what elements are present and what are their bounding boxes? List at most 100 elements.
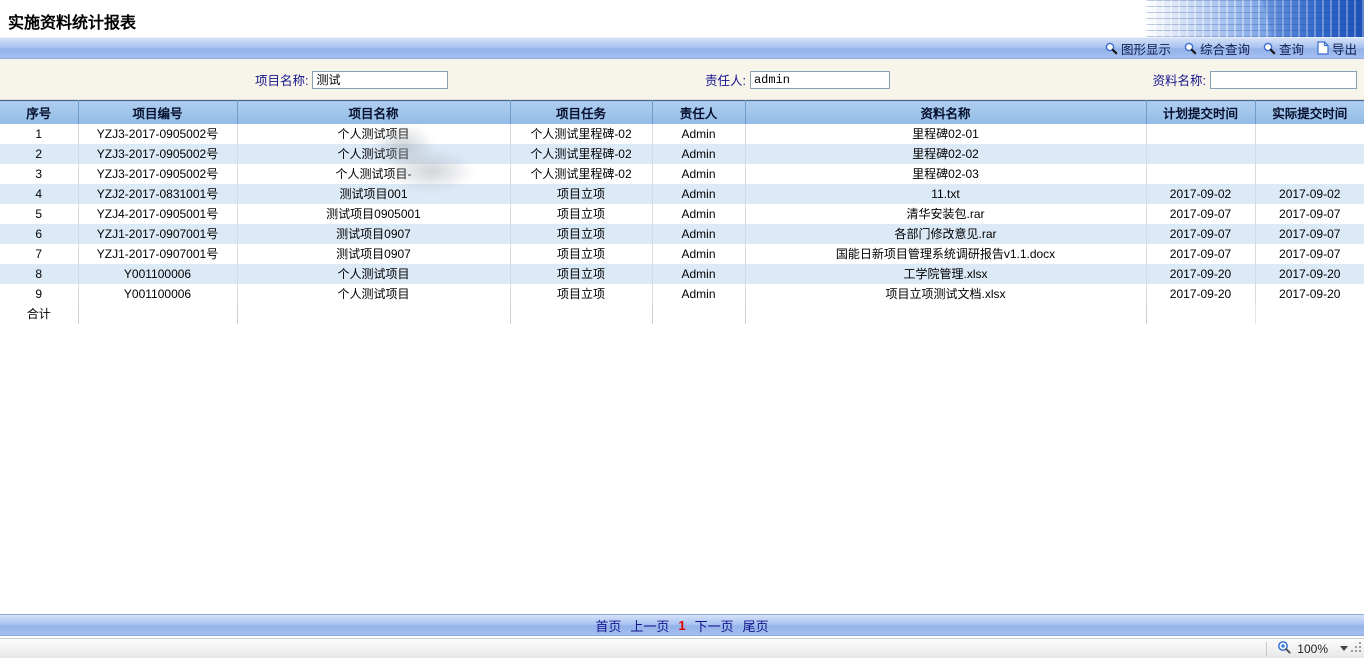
toolbar: 图形显示 综合查询 查询 导出	[0, 37, 1364, 59]
pager-next[interactable]: 下一页	[695, 616, 734, 635]
owner-input[interactable]	[750, 71, 890, 89]
table-cell: 个人测试项目	[237, 144, 510, 164]
table-cell	[1255, 144, 1364, 164]
table-cell: Admin	[652, 204, 745, 224]
export-icon	[1317, 41, 1329, 55]
table-cell	[1146, 164, 1255, 184]
table-cell: 2017-09-07	[1255, 204, 1364, 224]
table-row[interactable]: 8Y001100006个人测试项目项目立项Admin工学院管理.xlsx2017…	[0, 264, 1364, 284]
table-cell	[78, 304, 237, 324]
table-cell: 个人测试项目	[237, 124, 510, 144]
status-bar: 100%	[0, 638, 1364, 658]
combined-query-button[interactable]: 综合查询	[1184, 39, 1250, 58]
table-cell: 3	[0, 164, 78, 184]
column-header: 项目名称	[237, 101, 510, 124]
table-cell: Y001100006	[78, 284, 237, 304]
table-cell: 2017-09-02	[1255, 184, 1364, 204]
zoom-magnifier-icon[interactable]	[1277, 640, 1291, 657]
column-header: 责任人	[652, 101, 745, 124]
table-cell: 测试项目001	[237, 184, 510, 204]
graphic-display-button[interactable]: 图形显示	[1105, 39, 1171, 58]
table-cell: Admin	[652, 244, 745, 264]
table-cell: YZJ1-2017-0907001号	[78, 224, 237, 244]
page-title: 实施资料统计报表	[8, 9, 136, 33]
table-cell: 里程碑02-01	[745, 124, 1146, 144]
table-cell: 2017-09-20	[1146, 284, 1255, 304]
table-cell: 2	[0, 144, 78, 164]
table-row[interactable]: 2YZJ3-2017-0905002号个人测试项目个人测试里程碑-02Admin…	[0, 144, 1364, 164]
resize-grip[interactable]	[1351, 642, 1362, 656]
table-row[interactable]: 6YZJ1-2017-0907001号测试项目0907项目立项Admin各部门修…	[0, 224, 1364, 244]
export-button[interactable]: 导出	[1317, 39, 1357, 58]
table-row[interactable]: 3YZJ3-2017-0905002号个人测试项目-个人测试里程碑-02Admi…	[0, 164, 1364, 184]
table-cell: YZJ3-2017-0905002号	[78, 164, 237, 184]
total-label-cell: 合计	[0, 304, 78, 324]
zoom-level[interactable]: 100%	[1297, 642, 1328, 656]
table-cell: 8	[0, 264, 78, 284]
table-row[interactable]: 9Y001100006个人测试项目项目立项Admin项目立项测试文档.xlsx2…	[0, 284, 1364, 304]
pager-prev[interactable]: 上一页	[630, 616, 669, 635]
table-cell: 里程碑02-02	[745, 144, 1146, 164]
table-cell: Admin	[652, 264, 745, 284]
column-header: 实际提交时间	[1255, 101, 1364, 124]
table-cell: 项目立项	[510, 224, 652, 244]
table-cell	[1255, 304, 1364, 324]
magnifier-icon	[1263, 42, 1276, 55]
table-cell: 个人测试里程碑-02	[510, 124, 652, 144]
pager-last[interactable]: 尾页	[743, 616, 769, 635]
table-cell: 2017-09-07	[1146, 224, 1255, 244]
column-header: 资料名称	[745, 101, 1146, 124]
table-cell: 7	[0, 244, 78, 264]
table-cell: 2017-09-07	[1255, 244, 1364, 264]
project-name-input[interactable]	[312, 71, 448, 89]
table-cell: 2017-09-07	[1255, 224, 1364, 244]
magnifier-icon	[1184, 42, 1197, 55]
project-name-label: 项目名称:	[255, 70, 308, 89]
zoom-dropdown-caret-icon[interactable]	[1340, 646, 1348, 651]
table-cell: 个人测试里程碑-02	[510, 164, 652, 184]
table-cell	[1146, 144, 1255, 164]
table-cell: 2017-09-20	[1146, 264, 1255, 284]
table-cell: Admin	[652, 124, 745, 144]
material-name-label: 资料名称:	[1153, 70, 1206, 89]
column-header: 项目编号	[78, 101, 237, 124]
table-cell: 国能日新项目管理系统调研报告v1.1.docx	[745, 244, 1146, 264]
pagination-bar: 首页 上一页 1 下一页 尾页	[0, 614, 1364, 636]
column-header: 项目任务	[510, 101, 652, 124]
table-cell: Admin	[652, 184, 745, 204]
table-cell: 清华安装包.rar	[745, 204, 1146, 224]
table-cell: Admin	[652, 284, 745, 304]
table-cell: YZJ4-2017-0905001号	[78, 204, 237, 224]
table-cell: 个人测试项目	[237, 284, 510, 304]
table-cell: 2017-09-07	[1146, 204, 1255, 224]
table-row[interactable]: 4YZJ2-2017-0831001号测试项目001项目立项Admin11.tx…	[0, 184, 1364, 204]
material-name-input[interactable]	[1210, 71, 1357, 89]
table-header-row: 序号项目编号项目名称项目任务责任人资料名称计划提交时间实际提交时间	[0, 101, 1364, 124]
table-cell: 个人测试项目-	[237, 164, 510, 184]
table-cell: 测试项目0905001	[237, 204, 510, 224]
table-row[interactable]: 5YZJ4-2017-0905001号测试项目0905001项目立项Admin清…	[0, 204, 1364, 224]
table-cell: 个人测试里程碑-02	[510, 144, 652, 164]
table-cell: 2017-09-20	[1255, 284, 1364, 304]
table-cell: Admin	[652, 224, 745, 244]
query-button[interactable]: 查询	[1263, 39, 1304, 58]
table-body: 1YZJ3-2017-0905002号个人测试项目个人测试里程碑-02Admin…	[0, 124, 1364, 324]
table-cell: 11.txt	[745, 184, 1146, 204]
table-cell	[1255, 164, 1364, 184]
table-cell: 项目立项	[510, 244, 652, 264]
table-cell: Admin	[652, 164, 745, 184]
table-cell: 测试项目0907	[237, 244, 510, 264]
table-cell	[745, 304, 1146, 324]
table-cell	[1146, 304, 1255, 324]
table-row[interactable]: 7YZJ1-2017-0907001号测试项目0907项目立项Admin国能日新…	[0, 244, 1364, 264]
pager-first[interactable]: 首页	[595, 616, 621, 635]
project-name-filter: 项目名称:	[255, 70, 448, 89]
table-cell: YZJ2-2017-0831001号	[78, 184, 237, 204]
table-row[interactable]: 1YZJ3-2017-0905002号个人测试项目个人测试里程碑-02Admin…	[0, 124, 1364, 144]
magnifier-icon	[1105, 42, 1118, 55]
table-cell	[652, 304, 745, 324]
table-cell: 2017-09-02	[1146, 184, 1255, 204]
table-cell: 2017-09-20	[1255, 264, 1364, 284]
table-cell: 2017-09-07	[1146, 244, 1255, 264]
table-cell: 项目立项	[510, 284, 652, 304]
